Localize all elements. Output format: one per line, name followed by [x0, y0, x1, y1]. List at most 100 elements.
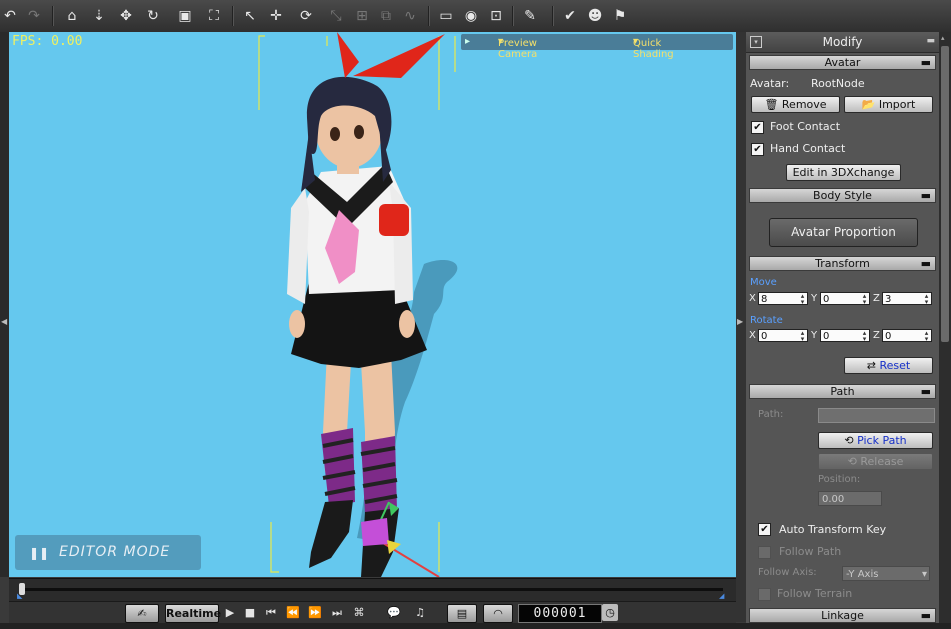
check-tool-icon[interactable]: ✔	[560, 6, 580, 26]
stop-icon[interactable]: ■	[243, 604, 257, 621]
rotate-z-label: Z	[873, 330, 880, 341]
release-label: Release	[860, 455, 904, 468]
group-icon[interactable]: ⧉	[376, 6, 396, 26]
move-z-value: 3	[885, 294, 892, 305]
rotate-y-input[interactable]: 0 ▴ ▾	[820, 329, 870, 343]
fast-forward-icon[interactable]: ⏩	[307, 604, 323, 621]
move-label: Move	[750, 277, 777, 288]
curve-editor-icon[interactable]: ◠	[483, 604, 513, 623]
move-z-label: Z	[873, 293, 880, 304]
follow-axis-select[interactable]: -Y Axis ▾	[842, 566, 930, 581]
minimize-icon[interactable]: ▬	[926, 36, 935, 46]
spinner-arrows-icon[interactable]: ▴ ▾	[799, 330, 806, 343]
pick-path-button[interactable]: ⟲ Pick Path	[818, 432, 933, 449]
fit-view-icon[interactable]: ⛶	[204, 6, 224, 26]
rotate-icon[interactable]: ⟳	[296, 6, 316, 26]
brush-icon[interactable]: ✎	[520, 6, 540, 26]
realtime-button[interactable]: Realtime	[165, 604, 221, 623]
music-icon[interactable]: ♫	[409, 604, 431, 621]
import-button[interactable]: 📂 Import	[844, 96, 933, 113]
remove-button[interactable]: 🗑 Remove	[751, 96, 840, 113]
camera-view-icon[interactable]: ▭	[436, 6, 456, 26]
collapse-icon[interactable]: ▬	[921, 257, 931, 270]
start-marker-icon: ◣	[17, 592, 23, 600]
loop-icon[interactable]: ⌘	[351, 604, 367, 621]
left-collapse-strip[interactable]: ◀	[0, 32, 9, 577]
3d-viewport[interactable]: FPS: 0.00 ▸ Preview Camera ▾ Quick Shadi…	[9, 32, 736, 577]
curve-icon[interactable]: ∿	[400, 6, 420, 26]
collapse-left-icon[interactable]: ◀	[1, 317, 7, 326]
crowd-icon[interactable]: ☻	[585, 6, 605, 26]
timeline-track[interactable]	[23, 588, 723, 591]
select-icon[interactable]: ↖	[240, 6, 260, 26]
collapse-icon[interactable]: ▬	[921, 189, 931, 202]
move-y-input[interactable]: 0 ▴ ▾	[820, 292, 870, 306]
rotate-label: Rotate	[750, 315, 783, 326]
panel-collapse-strip[interactable]: ▶	[736, 32, 746, 622]
collapse-icon[interactable]: ▬	[921, 56, 931, 69]
status-strip	[0, 623, 951, 629]
section-path[interactable]: Path ▬	[749, 384, 936, 399]
rewind-icon[interactable]: ⏪	[285, 604, 301, 621]
timeline-slider[interactable]: ◣ ◢	[9, 578, 736, 602]
spinner-arrows-icon[interactable]: ▴ ▾	[799, 293, 806, 306]
path-label: Path:	[758, 409, 784, 420]
play-icon[interactable]: ▶	[223, 604, 237, 621]
eye-icon[interactable]: ◉	[461, 6, 481, 26]
edit-3dxchange-button[interactable]: Edit in 3DXchange	[786, 164, 901, 181]
section-avatar[interactable]: Avatar ▬	[749, 55, 936, 70]
home-icon[interactable]: ⌂	[62, 6, 82, 26]
down-arrow-icon[interactable]: ⇣	[89, 6, 109, 26]
editor-mode-badge[interactable]: ❚❚ EDITOR MODE	[15, 535, 201, 570]
screen-icon[interactable]: ⊡	[486, 6, 506, 26]
follow-terrain-checkbox[interactable]	[758, 588, 771, 601]
section-linkage[interactable]: Linkage ▬	[749, 608, 936, 623]
move-x-input[interactable]: 8 ▴ ▾	[758, 292, 808, 306]
scrollbar-thumb[interactable]	[941, 46, 949, 342]
speech-icon[interactable]: 💬	[383, 604, 405, 621]
timeline-editor-icon[interactable]: ▤	[447, 604, 477, 623]
last-frame-icon[interactable]: ⏭	[329, 604, 345, 621]
section-transform[interactable]: Transform ▬	[749, 256, 936, 271]
move-icon[interactable]: ✥	[116, 6, 136, 26]
playback-bar: ✍ Realtime ▶ ■ ⏮ ⏪ ⏩ ⏭ ⌘ 💬 ♫ ▤ ◠ 000001 …	[9, 601, 736, 624]
section-body-style-label: Body Style	[813, 189, 872, 202]
spinner-arrows-icon[interactable]: ▴ ▾	[861, 330, 868, 343]
toolbar-divider	[232, 6, 234, 26]
reset-button[interactable]: ⇄ Reset	[844, 357, 933, 374]
record-motion-icon[interactable]: ✍	[125, 604, 159, 623]
auto-transform-key-checkbox[interactable]: ✔	[758, 523, 771, 536]
foot-contact-checkbox[interactable]: ✔	[751, 121, 764, 134]
collapse-icon[interactable]: ▬	[921, 385, 931, 398]
section-body-style[interactable]: Body Style ▬	[749, 188, 936, 203]
transform-icon[interactable]: ✛	[266, 6, 286, 26]
reset-label: Reset	[879, 359, 911, 372]
redo-icon[interactable]: ↷	[24, 6, 44, 26]
move-z-input[interactable]: 3 ▴ ▾	[882, 292, 932, 306]
first-frame-icon[interactable]: ⏮	[263, 604, 279, 621]
hand-contact-checkbox[interactable]: ✔	[751, 143, 764, 156]
hand-contact-label: Hand Contact	[770, 142, 846, 155]
rotate-x-input[interactable]: 0 ▴ ▾	[758, 329, 808, 343]
panel-scrollbar[interactable]: ▴	[939, 32, 951, 623]
cube-view-icon[interactable]: ▣	[175, 6, 195, 26]
release-button[interactable]: ⟲ Release	[818, 453, 933, 470]
rotate-z-input[interactable]: 0 ▴ ▾	[882, 329, 932, 343]
spinner-arrows-icon[interactable]: ▴ ▾	[923, 330, 930, 343]
undo-icon[interactable]: ↶	[0, 6, 20, 26]
chevron-down-icon: ▾	[921, 569, 927, 580]
scroll-up-icon[interactable]: ▴	[941, 34, 945, 42]
spinner-arrows-icon[interactable]: ▴ ▾	[923, 293, 930, 306]
flag-icon[interactable]: ⚑	[610, 6, 630, 26]
align-icon[interactable]: ⊞	[352, 6, 372, 26]
scale-icon[interactable]: ⤡	[326, 6, 346, 26]
end-marker-icon: ◢	[719, 592, 725, 600]
collapse-right-icon[interactable]: ▶	[737, 317, 743, 326]
frame-counter[interactable]: 000001	[518, 604, 602, 623]
avatar-proportion-button[interactable]: Avatar Proportion	[769, 218, 918, 247]
clock-icon[interactable]: ◷	[602, 604, 618, 621]
spinner-arrows-icon[interactable]: ▴ ▾	[861, 293, 868, 306]
follow-path-checkbox[interactable]	[758, 546, 771, 559]
collapse-icon[interactable]: ▬	[921, 609, 931, 622]
rotate-view-icon[interactable]: ↻	[143, 6, 163, 26]
